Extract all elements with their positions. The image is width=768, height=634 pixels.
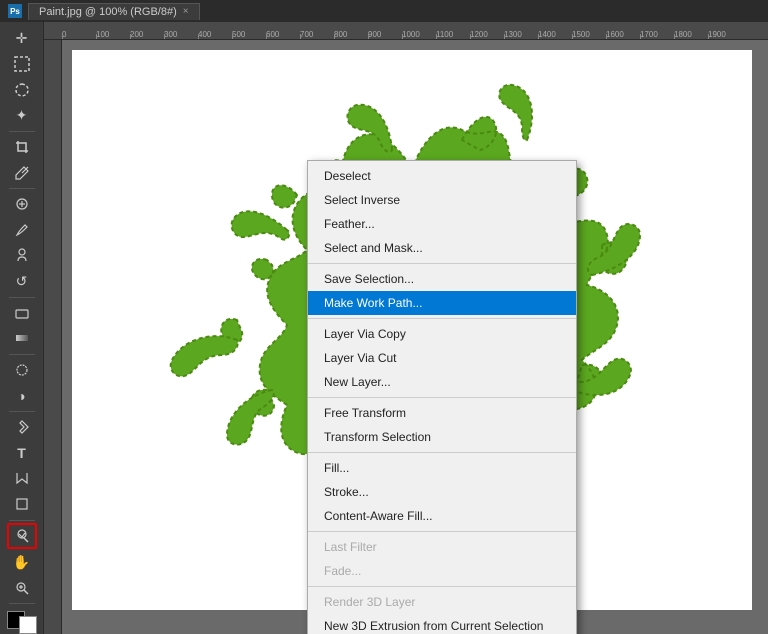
canvas[interactable]: Deselect Select Inverse Feather... Selec… [72,50,752,610]
toolbar-divider-5 [9,411,35,412]
tick-1200: 1200 [470,30,504,39]
tool-gradient[interactable] [7,326,37,351]
menu-item-layer-via-copy[interactable]: Layer Via Copy [308,322,576,346]
tool-crop[interactable] [7,135,37,160]
tick-1600: 1600 [606,30,640,39]
canvas-row: Deselect Select Inverse Feather... Selec… [44,40,768,634]
ruler-horizontal: 0 100 200 300 400 500 600 700 800 900 10… [44,22,768,40]
tick-600: 600 [266,30,300,39]
tick-1400: 1400 [538,30,572,39]
tool-path-select[interactable] [7,466,37,491]
toolbar-divider-4 [9,354,35,355]
ruler-vertical [44,40,62,634]
tool-clone[interactable] [7,243,37,268]
menu-item-render-3d-layer: Render 3D Layer [308,590,576,614]
menu-separator-6 [308,586,576,587]
canvas-container: Deselect Select Inverse Feather... Selec… [62,40,768,634]
tool-move[interactable]: ✛ [7,26,37,51]
toolbar: ✛ ✦ ↺ [0,22,44,634]
menu-item-select-and-mask[interactable]: Select and Mask... [308,236,576,260]
tick-400: 400 [198,30,232,39]
tool-eraser[interactable] [7,300,37,325]
tool-zoom[interactable] [7,575,37,600]
app-icon: Ps [8,4,22,18]
tick-100: 100 [96,30,130,39]
tick-500: 500 [232,30,266,39]
menu-item-new-layer[interactable]: New Layer... [308,370,576,394]
tool-lasso[interactable] [7,77,37,102]
menu-item-deselect[interactable]: Deselect [308,164,576,188]
tool-eyedropper[interactable] [7,160,37,185]
context-menu: Deselect Select Inverse Feather... Selec… [307,160,577,634]
tick-1300: 1300 [504,30,538,39]
menu-item-free-transform[interactable]: Free Transform [308,401,576,425]
content-area: 0 100 200 300 400 500 600 700 800 900 10… [44,22,768,634]
tick-1900: 1900 [708,30,742,39]
tick-1700: 1700 [640,30,674,39]
tool-pen[interactable] [7,415,37,440]
document-tab[interactable]: Paint.jpg @ 100% (RGB/8#) × [28,3,200,20]
tick-1500: 1500 [572,30,606,39]
color-swatches[interactable] [7,611,37,634]
tick-800: 800 [334,30,368,39]
tick-700: 700 [300,30,334,39]
menu-separator-4 [308,452,576,453]
toolbar-divider-6 [9,520,35,521]
tool-dodge[interactable]: ◑ [7,383,37,408]
toolbar-divider-3 [9,297,35,298]
menu-item-fill[interactable]: Fill... [308,456,576,480]
tick-1100: 1100 [436,30,470,39]
menu-item-save-selection[interactable]: Save Selection... [308,267,576,291]
tool-rectangle-select[interactable] [7,52,37,77]
menu-item-new-3d-extrusion[interactable]: New 3D Extrusion from Current Selection [308,614,576,634]
toolbar-divider-1 [9,131,35,132]
menu-item-layer-via-cut[interactable]: Layer Via Cut [308,346,576,370]
tool-brush[interactable] [7,217,37,242]
menu-separator-5 [308,531,576,532]
tool-spot-heal[interactable] [7,192,37,217]
menu-item-feather[interactable]: Feather... [308,212,576,236]
menu-item-fade: Fade... [308,559,576,583]
main-layout: ✛ ✦ ↺ [0,22,768,634]
tool-blur[interactable] [7,358,37,383]
tool-history-brush[interactable]: ↺ [7,269,37,294]
tick-300: 300 [164,30,198,39]
title-bar: Ps Paint.jpg @ 100% (RGB/8#) × [0,0,768,22]
tool-hand[interactable]: ✋ [7,550,37,575]
tick-900: 900 [368,30,402,39]
tick-1800: 1800 [674,30,708,39]
tick-1000: 1000 [402,30,436,39]
menu-item-content-aware-fill[interactable]: Content-Aware Fill... [308,504,576,528]
background-color[interactable] [19,616,37,634]
toolbar-divider-2 [9,188,35,189]
menu-item-select-inverse[interactable]: Select Inverse [308,188,576,212]
menu-item-make-work-path[interactable]: Make Work Path... [308,291,576,315]
tab-label: Paint.jpg @ 100% (RGB/8#) [39,6,177,18]
close-tab-icon[interactable]: × [183,6,189,17]
toolbar-divider-7 [9,603,35,604]
tool-shape[interactable] [7,492,37,517]
ruler-ticks: 0 100 200 300 400 500 600 700 800 900 10… [62,22,742,39]
menu-separator-2 [308,318,576,319]
menu-separator-1 [308,263,576,264]
menu-item-stroke[interactable]: Stroke... [308,480,576,504]
tool-quick-select[interactable] [7,523,37,548]
tool-type[interactable]: T [7,440,37,465]
menu-item-last-filter: Last Filter [308,535,576,559]
tick-0: 0 [62,30,96,39]
menu-item-transform-selection[interactable]: Transform Selection [308,425,576,449]
tick-200: 200 [130,30,164,39]
tool-magic-wand[interactable]: ✦ [7,103,37,128]
menu-separator-3 [308,397,576,398]
